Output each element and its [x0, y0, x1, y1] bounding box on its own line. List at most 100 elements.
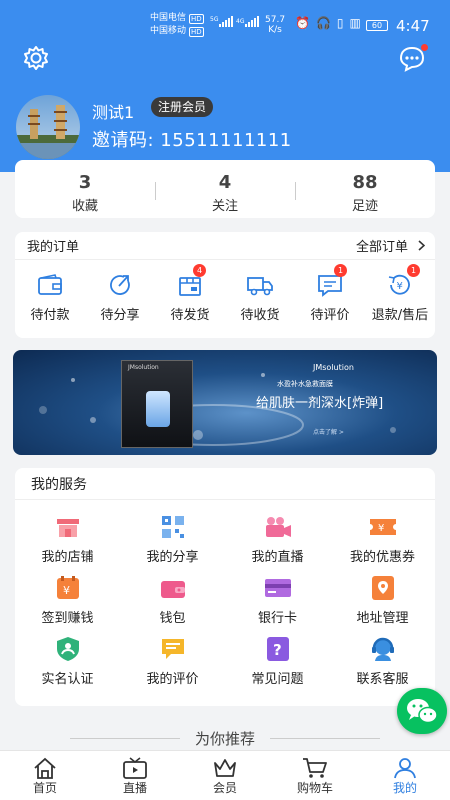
service-label: 钱包 [159, 611, 186, 626]
service-label: 我的直播 [251, 550, 304, 565]
service-address[interactable]: 地址管理 [330, 571, 435, 626]
tab-member[interactable]: 会员 [180, 751, 270, 800]
banner-subtitle: 水盈补水急救面膜 [277, 380, 333, 388]
service-my-coupons[interactable]: ¥ 我的优惠券 [330, 510, 435, 565]
carrier-info: 中国电信 HD 中国移动 HD [150, 12, 204, 38]
all-orders-link[interactable]: 全部订单 [356, 236, 425, 255]
headphones-icon: 🎧 [315, 16, 331, 30]
invite-code: 邀请码: 15511111111 [92, 130, 292, 151]
order-label: 待评价 [310, 308, 350, 323]
verified-user-icon [56, 637, 79, 661]
status-bar: 中国电信 HD 中国移动 HD 5G 4G 57.7 K/s ⏰ 🎧 ▯ ▥ 60 … [0, 0, 450, 40]
tab-live[interactable]: 直播 [90, 751, 180, 800]
tab-home[interactable]: 首页 [0, 751, 90, 800]
order-pending-receipt[interactable]: 待收货 [225, 270, 295, 323]
service-label: 联系客服 [356, 672, 409, 687]
wallet-icon [38, 274, 62, 295]
user-icon [394, 758, 416, 779]
recommend-section-title: 为你推荐 [0, 728, 450, 749]
stat-footprints[interactable]: 88 足迹 [295, 160, 435, 218]
status-icons: ⏰ 🎧 ▯ ▥ [295, 16, 361, 30]
clock: 4:47 [396, 17, 430, 35]
network-speed: 57.7 K/s [265, 15, 285, 35]
tv-icon [123, 757, 147, 779]
shop-icon [56, 519, 79, 537]
order-pending-payment[interactable]: 待付款 [15, 270, 85, 323]
order-label: 退款/售后 [371, 308, 429, 323]
speed-unit: K/s [268, 25, 282, 35]
username: 测试1 [92, 103, 135, 122]
avatar[interactable] [16, 95, 80, 159]
banner-brand: JMsolution [313, 363, 354, 372]
silent-icon: ▯ [336, 16, 344, 30]
service-bank-card[interactable]: 银行卡 [225, 571, 330, 626]
orders-title: 我的订单 [27, 240, 80, 255]
svg-text:¥: ¥ [378, 523, 384, 534]
order-badge: 4 [193, 264, 206, 277]
order-refund[interactable]: ¥ 1 退款/售后 [365, 264, 435, 323]
service-my-reviews[interactable]: 我的评价 [120, 632, 225, 687]
settings-gear-icon[interactable] [22, 44, 50, 72]
checkin-coin-icon: ¥ [56, 576, 79, 599]
signal-icon [219, 16, 233, 27]
bottom-tab-bar: 首页 直播 会员 购物车 我的 [0, 750, 450, 800]
order-badge: 1 [334, 264, 347, 277]
stat-following[interactable]: 4 关注 [155, 160, 295, 218]
tab-label: 购物车 [296, 781, 333, 795]
service-label: 我的评价 [146, 672, 199, 687]
divider [70, 738, 180, 739]
order-label: 待分享 [100, 308, 140, 323]
review-icon [161, 639, 184, 659]
order-pending-review[interactable]: 1 待评价 [295, 264, 365, 323]
service-my-shop[interactable]: 我的店铺 [15, 510, 120, 565]
tab-label: 首页 [32, 781, 57, 795]
speed-value: 57.7 [265, 15, 286, 25]
service-label: 我的店铺 [41, 550, 94, 565]
order-label: 待发货 [170, 308, 210, 323]
service-label: 银行卡 [257, 611, 297, 626]
service-label: 地址管理 [356, 611, 409, 626]
divider [270, 738, 380, 739]
customer-service-icon [371, 637, 394, 661]
service-label: 我的分享 [146, 550, 199, 565]
svg-text:¥: ¥ [397, 281, 403, 292]
tab-mine[interactable]: 我的 [360, 751, 450, 800]
member-level-badge: 注册会员 [151, 97, 214, 117]
hd-badge: HD [189, 26, 204, 37]
banner-cta: 点击了解 > [313, 429, 344, 436]
service-label: 我的优惠券 [349, 550, 415, 565]
service-my-live[interactable]: 我的直播 [225, 510, 330, 565]
alarm-icon: ⏰ [295, 16, 310, 30]
truck-icon [247, 277, 273, 296]
tab-cart[interactable]: 购物车 [270, 751, 360, 800]
chevron-right-icon [418, 240, 425, 251]
service-label: 签到赚钱 [41, 611, 94, 626]
service-my-share[interactable]: 我的分享 [120, 510, 225, 565]
tab-label: 会员 [212, 781, 237, 795]
product-image: JMsolution [121, 360, 193, 448]
svg-text:¥: ¥ [63, 584, 70, 597]
signal-icon [245, 16, 259, 27]
orders-card: 我的订单 全部订单 待付款 待分享 4 待发货 待收货 1 待评价 ¥ 1 退款… [15, 232, 435, 338]
unread-dot [421, 44, 428, 51]
purse-icon [160, 581, 185, 598]
qrcode-icon [161, 516, 184, 538]
all-orders-label: 全部订单 [355, 240, 408, 255]
service-customer-support[interactable]: 联系客服 [330, 632, 435, 687]
service-faq[interactable]: ? 常见问题 [225, 632, 330, 687]
stat-favorites[interactable]: 3 收藏 [15, 160, 155, 218]
coupon-icon: ¥ [369, 519, 396, 535]
service-real-name[interactable]: 实名认证 [15, 632, 120, 687]
carrier-name: 中国电信 [150, 13, 187, 23]
service-label: 常见问题 [251, 672, 304, 687]
order-pending-share[interactable]: 待分享 [85, 270, 155, 323]
service-checkin[interactable]: ¥ 签到赚钱 [15, 571, 120, 626]
service-wallet[interactable]: 钱包 [120, 571, 225, 626]
promo-banner[interactable]: JMsolution JMsolution 水盈补水急救面膜 给肌肤一剂深水[炸… [13, 350, 437, 455]
stats-card: 3 收藏 4 关注 88 足迹 [15, 160, 435, 218]
services-card: 我的服务 我的店铺 我的分享 我的直播 ¥ 我的优惠券 ¥ 签到赚钱 钱包 银行… [15, 468, 435, 706]
bank-card-icon [264, 579, 291, 597]
video-camera-icon [265, 517, 291, 537]
stat-value: 88 [352, 172, 378, 193]
order-pending-shipment[interactable]: 4 待发货 [155, 264, 225, 323]
